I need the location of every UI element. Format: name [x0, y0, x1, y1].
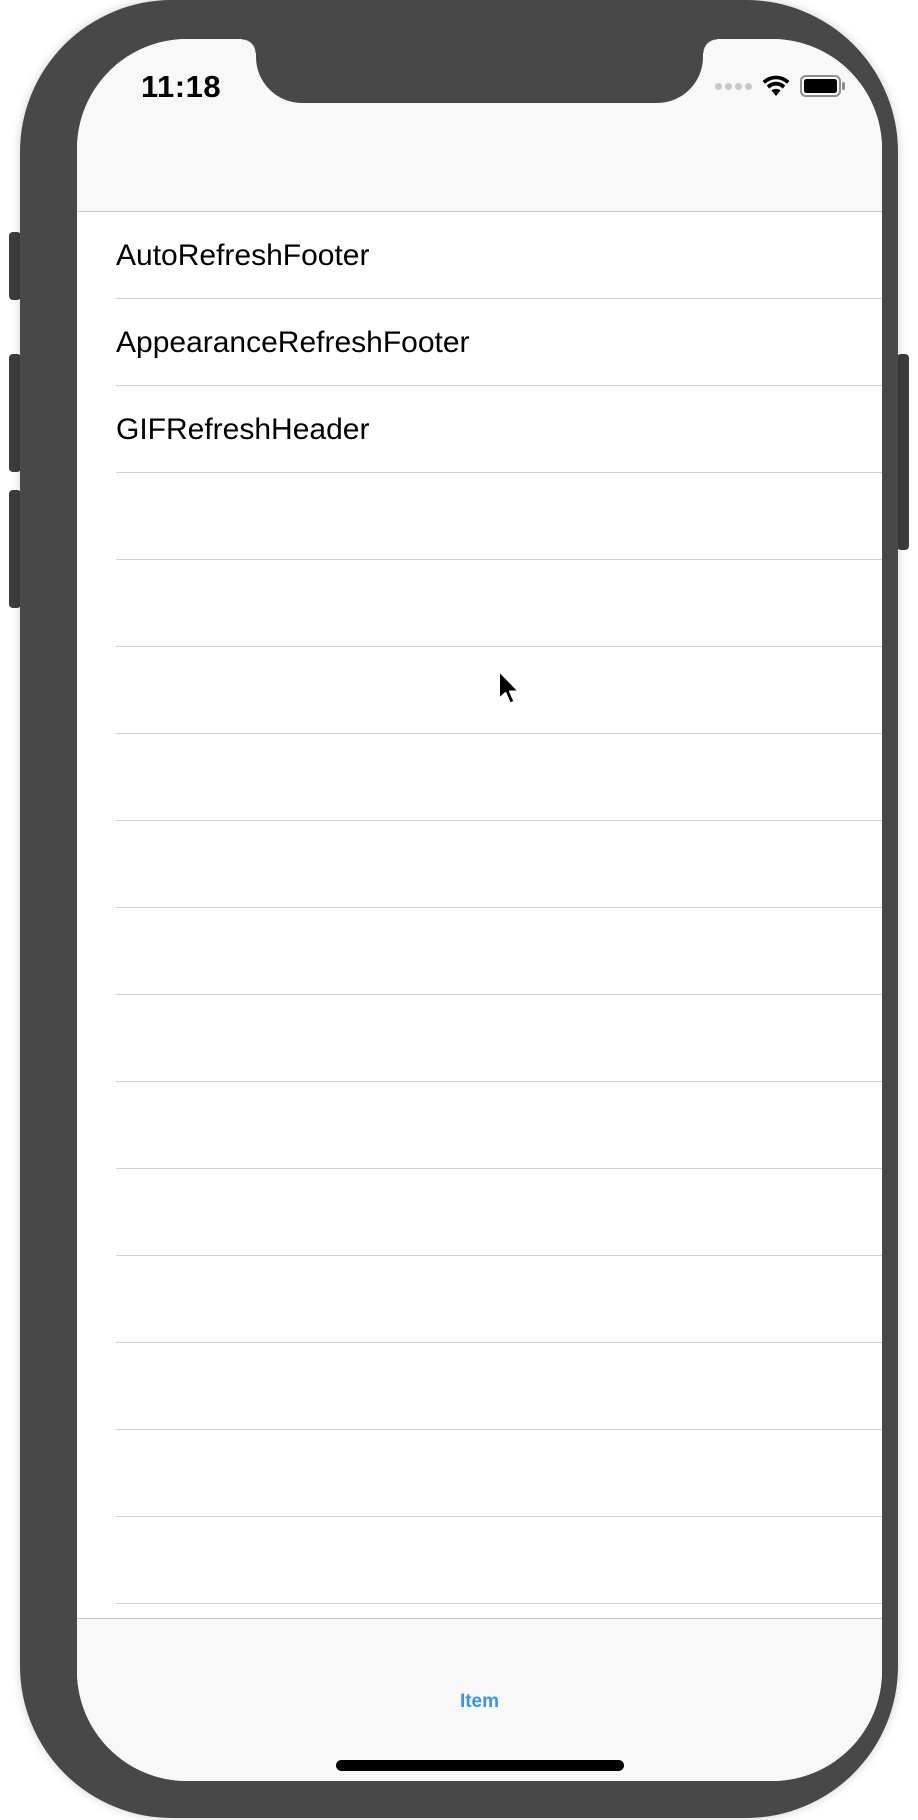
home-indicator[interactable]	[336, 1760, 624, 1771]
device-screen: 11:18 AutoRefreshFooter AppearanceRefres…	[77, 39, 882, 1781]
table-row[interactable]	[77, 647, 882, 734]
table-row[interactable]	[77, 1169, 882, 1256]
device-frame: 11:18 AutoRefreshFooter AppearanceRefres…	[20, 0, 898, 1818]
row-label: AutoRefreshFooter	[116, 239, 370, 272]
table-row[interactable]	[77, 734, 882, 821]
table-row[interactable]	[77, 473, 882, 560]
table-row[interactable]	[77, 1256, 882, 1343]
power-button	[897, 354, 909, 550]
table-row[interactable]: GIFRefreshHeader	[77, 386, 882, 473]
wifi-icon	[762, 75, 790, 96]
table-row[interactable]	[77, 821, 882, 908]
table-row[interactable]	[77, 995, 882, 1082]
status-icons	[715, 75, 846, 97]
row-label: GIFRefreshHeader	[116, 413, 370, 446]
cellular-signal-icon	[715, 82, 752, 90]
table-row[interactable]	[77, 1430, 882, 1517]
status-time: 11:18	[141, 69, 222, 104]
table-row[interactable]	[77, 1082, 882, 1169]
row-label: AppearanceRefreshFooter	[116, 326, 470, 359]
table-row[interactable]: AppearanceRefreshFooter	[77, 299, 882, 386]
tab-bar: Item	[77, 1618, 882, 1781]
table-row[interactable]: AutoRefreshFooter	[77, 212, 882, 299]
mouse-pointer-icon	[498, 670, 520, 705]
notch	[242, 39, 717, 103]
battery-icon	[800, 75, 845, 97]
simulator-canvas: 11:18 AutoRefreshFooter AppearanceRefres…	[0, 0, 918, 1820]
table-view[interactable]: AutoRefreshFooter AppearanceRefreshFoote…	[77, 212, 882, 1658]
table-row[interactable]	[77, 1517, 882, 1604]
table-row[interactable]	[77, 908, 882, 995]
table-row[interactable]	[77, 1343, 882, 1430]
tab-item[interactable]: Item	[77, 1691, 882, 1713]
table-row[interactable]	[77, 560, 882, 647]
